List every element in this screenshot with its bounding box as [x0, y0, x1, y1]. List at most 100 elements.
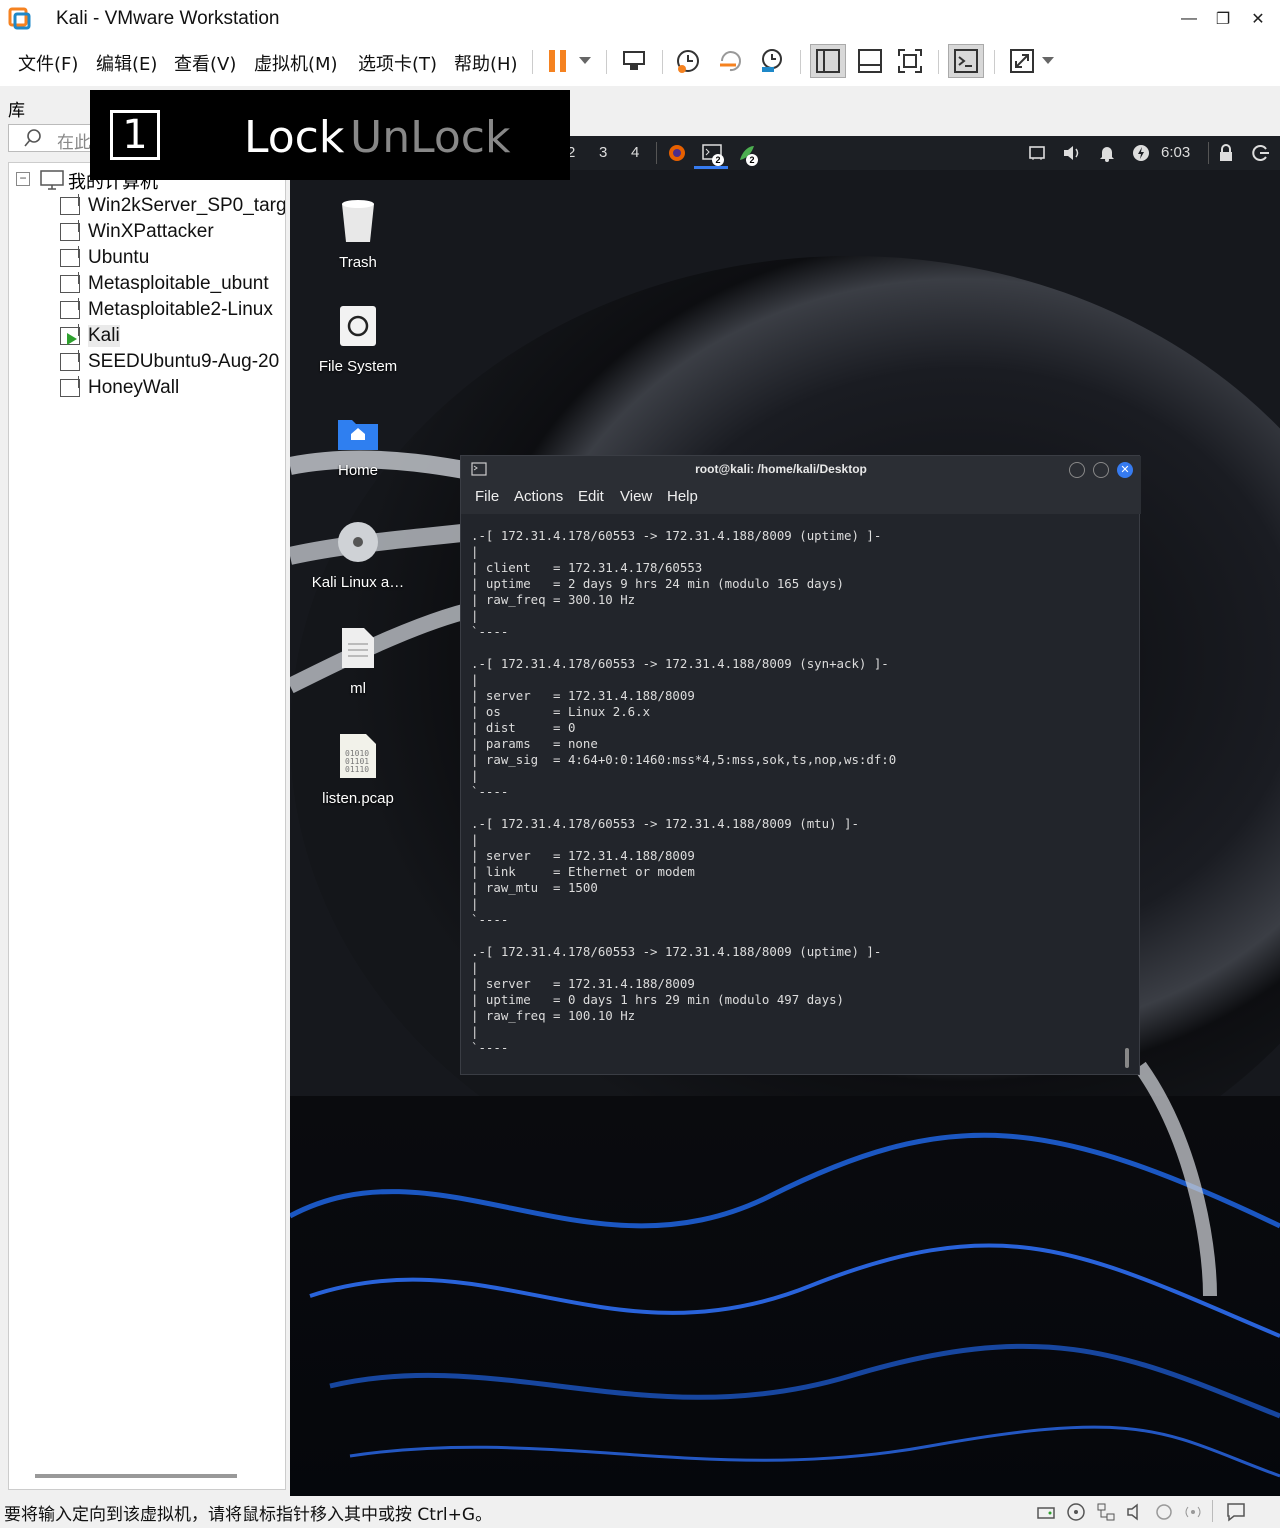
status-message: 要将输入定向到该虚拟机，请将鼠标指针移入其中或按 Ctrl+G。	[4, 1505, 493, 1525]
maximize-button[interactable]: ❐	[1206, 4, 1240, 34]
terminal-minimize-button[interactable]	[1069, 462, 1085, 478]
hard-disk-status-icon[interactable]	[1036, 1502, 1056, 1522]
tree-item-winxpattacker[interactable]: WinXPattacker	[60, 220, 285, 244]
snapshot-icon[interactable]	[670, 44, 706, 78]
terminal-line: |	[471, 896, 479, 911]
terminal-line: | client = 172.31.4.178/60553	[471, 560, 703, 575]
desktop-icon-trash[interactable]: Trash	[310, 196, 406, 271]
volume-icon[interactable]	[1062, 144, 1082, 167]
thumbnail-icon[interactable]	[852, 44, 888, 78]
active-task-indicator	[694, 166, 728, 169]
network-adapter-status-icon[interactable]	[1096, 1502, 1116, 1522]
workspace-4[interactable]: 4	[631, 144, 639, 161]
lock-overlay-number: 1	[110, 110, 160, 160]
lock-screen-icon[interactable]	[1218, 144, 1234, 167]
snapshot-manager-icon[interactable]	[754, 44, 790, 78]
desktop-icon-home[interactable]: Home	[310, 416, 406, 479]
terminal-menu-file[interactable]: File	[475, 488, 499, 505]
menu-view[interactable]: 查看(V)	[174, 50, 236, 76]
collapse-toggle[interactable]: −	[16, 172, 30, 186]
library-horizontal-scrollbar[interactable]	[35, 1474, 237, 1478]
toolbar-separator	[606, 50, 607, 74]
tree-item-metasploitable2[interactable]: Metasploitable2-Linux	[60, 298, 285, 322]
terminal-line: | raw_sig = 4:64+0:0:1460:mss*4,5:mss,so…	[471, 752, 897, 767]
vm-icon	[60, 376, 80, 397]
workspace-3[interactable]: 3	[599, 144, 607, 161]
sound-status-icon[interactable]	[1126, 1502, 1146, 1522]
vm-icon	[60, 194, 80, 215]
show-library-icon[interactable]	[810, 44, 846, 78]
logout-icon[interactable]	[1252, 144, 1270, 167]
terminal-line: | server = 172.31.4.188/8009	[471, 848, 695, 863]
terminal-maximize-button[interactable]	[1093, 462, 1109, 478]
stretch-dropdown-icon[interactable]	[1036, 44, 1060, 78]
dropdown-icon[interactable]	[570, 44, 600, 78]
desktop-icon-file-system[interactable]: File System	[310, 304, 406, 375]
menu-file[interactable]: 文件(F)	[18, 50, 78, 76]
search-placeholder: 在此	[57, 133, 91, 152]
terminal-window[interactable]: root@kali: /home/kali/Desktop ✕ File Act…	[460, 455, 1141, 1075]
network-icon[interactable]	[1028, 145, 1046, 166]
menu-help[interactable]: 帮助(H)	[454, 50, 518, 76]
terminal-line: .-[ 172.31.4.178/60553 -> 172.31.4.188/8…	[471, 944, 882, 959]
firefox-icon[interactable]	[668, 144, 686, 167]
notification-bell-icon[interactable]	[1098, 144, 1116, 167]
usb-status-icon[interactable]	[1154, 1502, 1174, 1522]
close-button[interactable]: ✕	[1241, 4, 1275, 34]
panel-separator	[656, 142, 657, 164]
toolbar-separator	[994, 50, 995, 74]
unlock-button[interactable]: UnLock	[350, 112, 510, 163]
desktop-icon-kali-disc[interactable]: Kali Linux a…	[310, 520, 406, 591]
tree-item-ubuntu[interactable]: Ubuntu	[60, 246, 285, 270]
running-vm-icon	[60, 324, 80, 345]
menu-tabs[interactable]: 选项卡(T)	[358, 50, 437, 76]
text-file-icon	[342, 628, 374, 668]
message-log-icon[interactable]	[1226, 1502, 1246, 1522]
terminal-line: .-[ 172.31.4.178/60553 -> 172.31.4.188/8…	[471, 528, 882, 543]
terminal-line: | server = 172.31.4.188/8009	[471, 688, 695, 703]
terminal-line: |	[471, 672, 479, 687]
tree-item-seedubuntu[interactable]: SEEDUbuntu9-Aug-20	[60, 350, 285, 374]
menu-bar: 文件(F) 编辑(E) 查看(V) 虚拟机(M) 选项卡(T) 帮助(H)	[0, 38, 1280, 86]
terminal-line: |	[471, 832, 479, 847]
terminal-menu-edit[interactable]: Edit	[578, 488, 604, 505]
terminal-scrollbar[interactable]	[1125, 1048, 1129, 1068]
status-separator	[1212, 1500, 1213, 1522]
panel-clock[interactable]: 6:03	[1161, 144, 1190, 161]
toolbar-separator	[532, 50, 533, 74]
wireless-status-icon[interactable]	[1182, 1502, 1202, 1522]
desktop-icon-ml[interactable]: ml	[310, 626, 406, 697]
terminal-menu-help[interactable]: Help	[667, 488, 698, 505]
desktop-icon-listen-pcap[interactable]: 01010 01101 01110 listen.pcap	[310, 732, 406, 807]
tree-item-win2kserver[interactable]: Win2kServer_SP0_targ	[60, 194, 285, 218]
terminal-titlebar[interactable]: root@kali: /home/kali/Desktop ✕	[461, 456, 1141, 484]
menu-vm[interactable]: 虚拟机(M)	[254, 50, 338, 76]
revert-snapshot-icon[interactable]	[712, 44, 748, 78]
minimize-button[interactable]: —	[1172, 4, 1206, 34]
fullscreen-icon[interactable]	[892, 44, 928, 78]
drive-icon	[340, 306, 376, 346]
send-ctrl-alt-del-icon[interactable]	[616, 44, 652, 78]
cd-dvd-status-icon[interactable]	[1066, 1502, 1086, 1522]
tree-item-kali[interactable]: Kali	[60, 324, 285, 348]
computer-icon	[40, 170, 64, 195]
lock-button[interactable]: Lock	[244, 112, 344, 163]
tree-item-metasploitable-ubuntu[interactable]: Metasploitable_ubunt	[60, 272, 285, 296]
terminal-close-button[interactable]: ✕	[1117, 462, 1133, 478]
terminal-line: | params = none	[471, 736, 598, 751]
stretch-icon[interactable]	[1004, 44, 1040, 78]
terminal-menu-view[interactable]: View	[620, 488, 652, 505]
terminal-line: | os = Linux 2.6.x	[471, 704, 651, 719]
vmware-logo-icon	[8, 7, 32, 31]
library-title: 库	[8, 101, 25, 120]
terminal-line: `----	[471, 1040, 509, 1055]
tree-item-honeywall[interactable]: HoneyWall	[60, 376, 285, 400]
terminal-line: | raw_freq = 100.10 Hz	[471, 1008, 636, 1023]
terminal-output[interactable]: .-[ 172.31.4.178/60553 -> 172.31.4.188/8…	[471, 528, 1131, 1068]
console-view-icon[interactable]	[948, 44, 984, 78]
terminal-menu-actions[interactable]: Actions	[514, 488, 563, 505]
terminal-line: | server = 172.31.4.188/8009	[471, 976, 695, 991]
menu-edit[interactable]: 编辑(E)	[96, 50, 157, 76]
power-manager-icon[interactable]	[1132, 144, 1150, 167]
trash-icon	[342, 200, 374, 242]
